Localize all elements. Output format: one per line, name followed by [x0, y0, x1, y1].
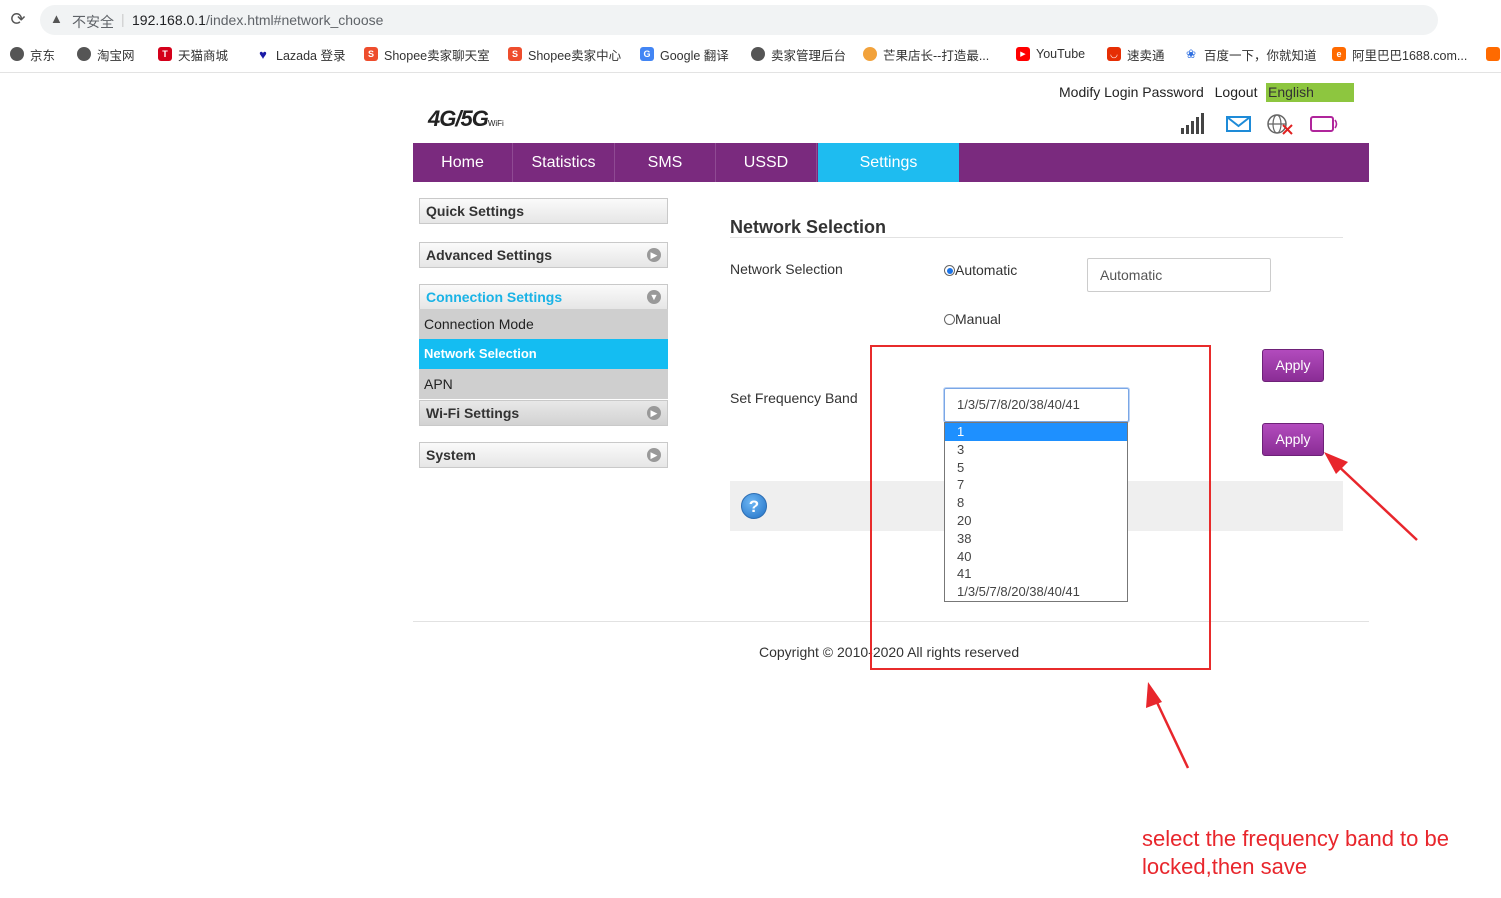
- annotation-note: select the frequency band to be locked,t…: [1142, 826, 1449, 879]
- annotation-arrows: [1146, 452, 1418, 769]
- annotation-arrow-box: [1146, 682, 1190, 769]
- annotation-arrow-apply: [1324, 452, 1418, 541]
